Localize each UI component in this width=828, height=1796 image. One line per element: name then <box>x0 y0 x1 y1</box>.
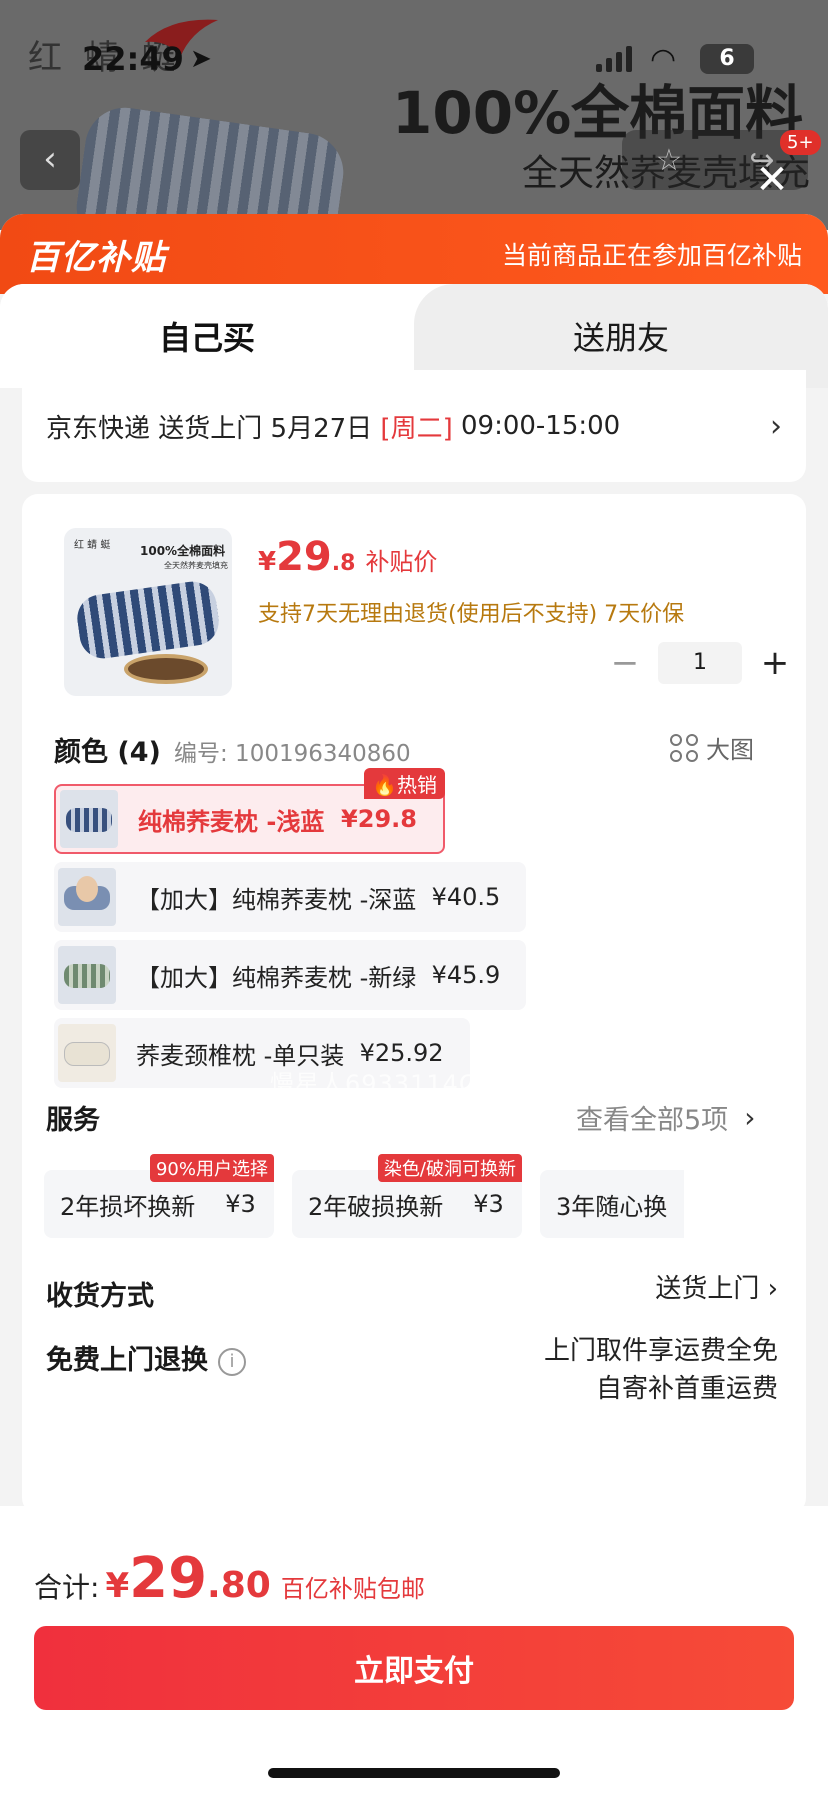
quantity-stepper: − 1 + <box>610 642 790 684</box>
product-options-card: 红 蜻 蜓 100%全棉面料 全天然荞麦壳填充 ¥ 29 .8 补贴价 支持7天… <box>22 494 806 1514</box>
free-return-line2: 自寄补首重运费 <box>595 1374 778 1404</box>
delivery-time-window: 09:00-15:00 <box>460 411 621 441</box>
service-label: 2年破损换新 <box>308 1192 444 1221</box>
service-price: ¥3 <box>473 1190 504 1218</box>
pay-now-button[interactable]: 立即支付 <box>34 1626 794 1710</box>
delivery-carrier: 京东快递 送货上门 5月27日 <box>46 413 373 444</box>
view-all-services-label: 查看全部5项 <box>576 1105 729 1136</box>
free-return-details: 上门取件享运费全免 自寄补首重运费 <box>544 1332 778 1408</box>
service-badge: 90%用户选择 <box>149 1154 274 1182</box>
free-return-text: 免费上门退换 <box>46 1345 208 1376</box>
services-heading: 服务 <box>46 1105 100 1136</box>
back-button[interactable]: ‹ <box>20 130 80 190</box>
option-thumbnail <box>58 868 116 926</box>
option-thumbnail <box>58 946 116 1004</box>
service-label: 2年损坏换新 <box>60 1192 196 1221</box>
free-return-line1: 上门取件享运费全免 <box>543 1336 778 1366</box>
product-thumbnail[interactable]: 红 蜻 蜓 100%全棉面料 全天然荞麦壳填充 <box>64 528 232 696</box>
buckwheat-bowl-graphic <box>124 654 208 684</box>
watermark-text: 慢星人6933114OA <box>270 1070 496 1098</box>
location-arrow-icon: ➤ <box>190 44 212 74</box>
delivery-row[interactable]: 京东快递 送货上门 5月27日 [周二] 09:00-15:00 › <box>22 370 806 482</box>
shipping-method-text: 送货上门 <box>655 1274 760 1304</box>
close-icon[interactable]: ✕ <box>752 160 792 200</box>
order-total: 合计: ¥ 29 .80 百亿补贴包邮 <box>34 1546 425 1611</box>
shipping-method-value[interactable]: 送货上门 › <box>655 1270 778 1308</box>
option-thumbnail <box>60 790 118 848</box>
pillow-graphic <box>74 578 222 662</box>
subsidy-logo: 百亿补贴 <box>26 237 166 278</box>
info-icon[interactable]: i <box>218 1347 246 1376</box>
service-badge: 染色/破洞可换新 <box>377 1154 522 1182</box>
status-time: 22:49 <box>82 40 184 78</box>
shipping-method-label: 收货方式 <box>46 1281 154 1312</box>
grid-view-icon <box>670 733 698 762</box>
notification-badge: 5+ <box>780 130 821 155</box>
service-label: 3年随心换 <box>556 1192 668 1221</box>
product-image-sub: 全天然荞麦壳填充 <box>164 561 228 570</box>
free-return-label: 免费上门退换 i <box>46 1338 246 1377</box>
option-label: 纯棉荞麦枕 -浅蓝 <box>138 807 325 836</box>
chevron-right-icon: › <box>770 408 782 444</box>
background-product-page: 红 蜻 蜓 100%全棉面料 全天然荞麦壳填充 <box>0 0 828 230</box>
option-label: 【加大】纯棉荞麦枕 -深蓝 <box>136 885 417 914</box>
total-integer: 29 <box>129 1546 208 1611</box>
service-option-flex-exchange[interactable]: 3年随心换 <box>540 1170 684 1238</box>
sku-number: 编号: 100196340860 <box>174 741 411 767</box>
favorite-star-icon[interactable]: ☆ <box>655 143 682 178</box>
price-symbol: ¥ <box>258 547 277 577</box>
big-image-label: 大图 <box>706 736 754 764</box>
big-image-button[interactable]: 大图 <box>670 730 754 765</box>
total-symbol: ¥ <box>105 1566 130 1606</box>
quantity-increase-button[interactable]: + <box>760 643 790 683</box>
color-heading: 颜色 (4) <box>54 737 161 768</box>
background-product-image <box>71 102 349 230</box>
service-price: ¥3 <box>225 1190 256 1218</box>
option-price: ¥25.92 <box>359 1039 444 1067</box>
service-option-breakage-replace[interactable]: 2年破损换新 ¥3 染色/破洞可换新 <box>292 1154 522 1238</box>
checkout-footer: 合计: ¥ 29 .80 百亿补贴包邮 立即支付 <box>0 1506 828 1796</box>
option-price: ¥40.5 <box>431 883 501 911</box>
service-option-damage-replace[interactable]: 2年损坏换新 ¥3 90%用户选择 <box>44 1154 274 1238</box>
total-label: 合计: <box>34 1571 100 1604</box>
total-note: 百亿补贴包邮 <box>280 1575 425 1603</box>
price-tag: 补贴价 <box>365 548 438 576</box>
quantity-decrease-button[interactable]: − <box>610 643 640 683</box>
option-thumbnail <box>58 1024 116 1082</box>
hot-sale-badge: 🔥热销 <box>364 768 445 799</box>
subsidy-banner: 百亿补贴 当前商品正在参加百亿补贴 <box>0 214 828 294</box>
product-price: ¥ 29 .8 补贴价 <box>258 534 437 580</box>
price-integer: 29 <box>276 534 332 580</box>
subsidy-note: 当前商品正在参加百亿补贴 <box>501 241 802 270</box>
product-image-headline: 100%全棉面料 <box>140 544 226 558</box>
color-option-dark-blue[interactable]: 【加大】纯棉荞麦枕 -深蓝 ¥40.5 <box>54 862 527 932</box>
option-label: 【加大】纯棉荞麦枕 -新绿 <box>136 963 417 992</box>
chevron-right-icon: › <box>744 1101 756 1134</box>
total-decimal: .80 <box>207 1565 271 1606</box>
option-price: ¥45.9 <box>431 961 501 989</box>
wifi-icon: ◠ <box>650 42 677 77</box>
product-image-brand: 红 蜻 蜓 <box>74 540 111 551</box>
price-decimal: .8 <box>331 551 356 576</box>
quantity-value[interactable]: 1 <box>658 642 742 684</box>
option-price: ¥29.8 <box>341 805 417 833</box>
color-option-new-green[interactable]: 【加大】纯棉荞麦枕 -新绿 ¥45.9 <box>54 940 527 1010</box>
chevron-right-icon: › <box>767 1274 778 1304</box>
cellular-signal-icon <box>596 46 632 72</box>
return-policy: 支持7天无理由退货(使用后不支持) 7天价保 <box>258 602 685 627</box>
delivery-weekday: [周二] <box>380 413 453 444</box>
color-option-light-blue[interactable]: 纯棉荞麦枕 -浅蓝 ¥29.8 🔥热销 <box>54 768 445 854</box>
home-indicator <box>268 1768 560 1778</box>
battery-indicator: 6 <box>700 44 754 74</box>
view-all-services-link[interactable]: 查看全部5项 › <box>576 1098 755 1137</box>
